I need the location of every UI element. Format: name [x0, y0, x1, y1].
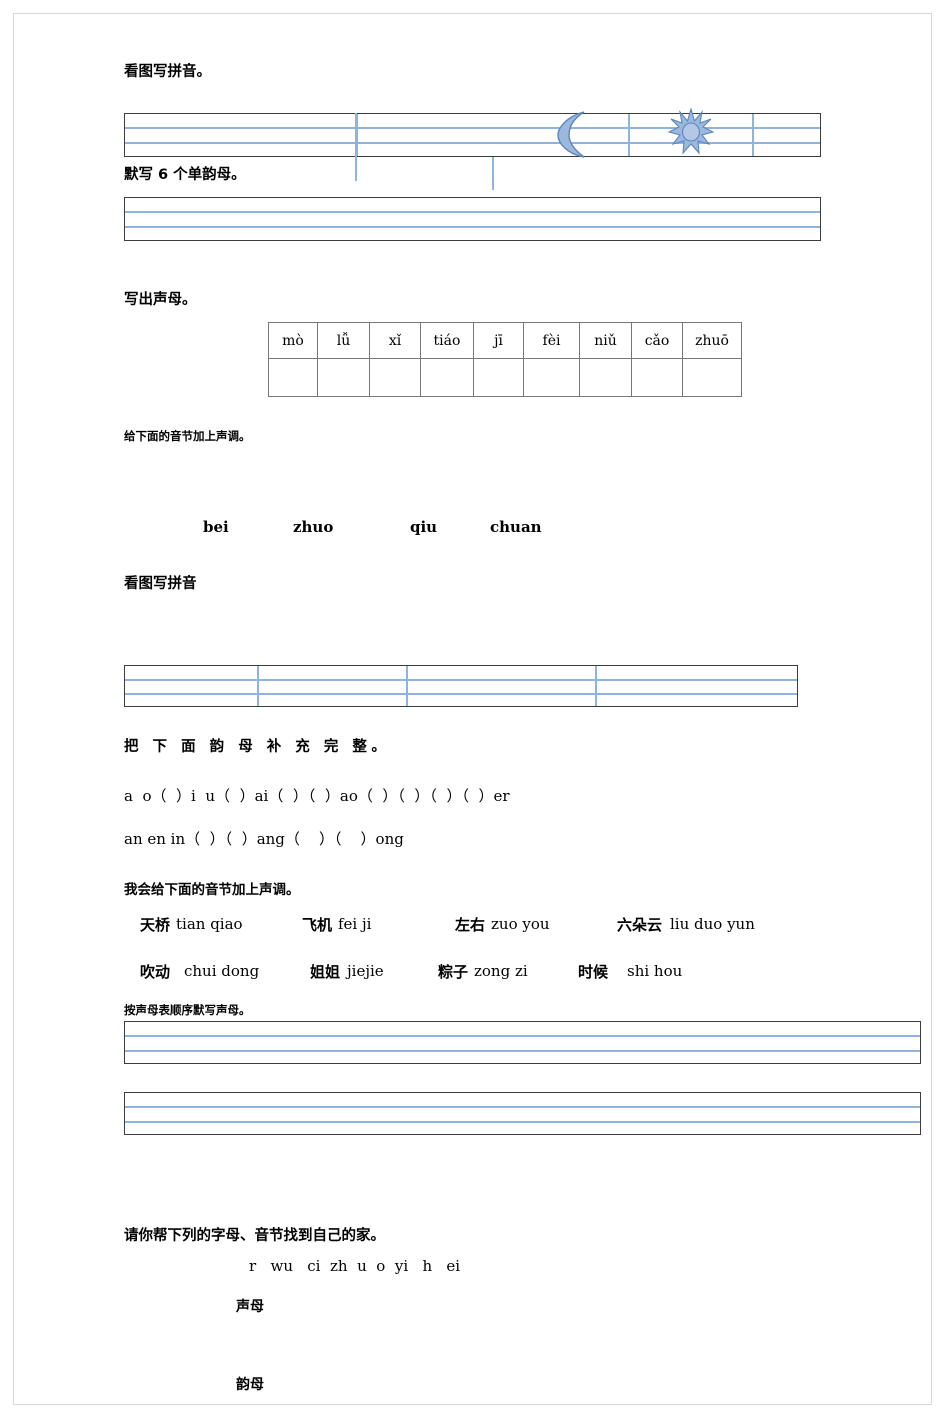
- table-cell-syllable: jī: [473, 322, 524, 359]
- grid-line: [125, 1106, 920, 1108]
- tone-item-chuan: chuan: [490, 518, 542, 536]
- table-cell-syllable: niǔ: [579, 322, 632, 359]
- word-tianqiao: 天桥: [140, 916, 171, 934]
- grid-line: [125, 142, 820, 144]
- sorting-letters-row: r wu ci zh u o yi h ei: [249, 1257, 461, 1275]
- pinyin-grid-1[interactable]: [124, 113, 821, 157]
- grid-line: [125, 679, 797, 681]
- table-cell-answer[interactable]: [473, 358, 524, 397]
- grid-line: [125, 1121, 920, 1123]
- table-cell-answer[interactable]: [579, 358, 632, 397]
- tone-item-bei: bei: [203, 518, 229, 536]
- table-row-syllables: mò lǚ xǐ tiáo jī fèi niǔ cǎo zhuō: [268, 322, 742, 359]
- table-cell-answer[interactable]: [631, 358, 683, 397]
- word-feiji: 飞机: [302, 916, 333, 934]
- section-6-heading: 把 下 面 韵 母 补 充 完 整。: [124, 739, 391, 755]
- word-jiejie: 姐姐: [310, 963, 341, 981]
- grid-divider: [628, 114, 630, 156]
- grid-divider: [406, 666, 408, 706]
- table-row-answers[interactable]: [268, 358, 742, 397]
- table-cell-syllable: xǐ: [369, 322, 421, 359]
- finals-line-2: an en in（ ）（ ）ang（ ）（ ）ong: [124, 830, 404, 848]
- section-8-heading: 按声母表顺序默写声母。: [124, 1003, 251, 1017]
- label-finals: 韵母: [236, 1377, 264, 1393]
- section-9-heading: 请你帮下列的字母、音节找到自己的家。: [124, 1228, 385, 1244]
- table-cell-syllable: tiáo: [420, 322, 474, 359]
- pinyin-chuidong: chui dong: [184, 962, 260, 980]
- table-cell-answer[interactable]: [682, 358, 742, 397]
- pinyin-grid-2[interactable]: [124, 197, 821, 241]
- table-cell-answer[interactable]: [420, 358, 474, 397]
- table-cell-answer[interactable]: [317, 358, 370, 397]
- pinyin-grid-4[interactable]: [124, 1021, 921, 1064]
- table-cell-syllable: mò: [268, 322, 318, 359]
- word-zuoyou: 左右: [455, 916, 486, 934]
- word-chuidong: 吹动: [140, 963, 171, 981]
- pinyin-liuduoyun: liu duo yun: [670, 915, 755, 933]
- pinyin-grid-5[interactable]: [124, 1092, 921, 1135]
- table-cell-answer[interactable]: [523, 358, 580, 397]
- crescent-moon-icon: [557, 111, 585, 158]
- pinyin-feiji: fei ji: [338, 915, 372, 933]
- section-7-heading: 我会给下面的音节加上声调。: [124, 882, 300, 898]
- pinyin-tianqiao: tian qiao: [176, 915, 243, 933]
- worksheet-page: 看图写拼音。 默写 6 个单韵母。 写出声母。 mò lǚ xǐ tiáo jī…: [0, 0, 945, 1418]
- worksheet-content: 看图写拼音。 默写 6 个单韵母。 写出声母。 mò lǚ xǐ tiáo jī…: [0, 0, 945, 1418]
- grid-line: [125, 226, 820, 228]
- tone-item-zhuo: zhuo: [293, 518, 334, 536]
- pinyin-grid-3[interactable]: [124, 665, 798, 707]
- pinyin-jiejie: jiejie: [347, 962, 384, 980]
- word-zongzi: 粽子: [438, 963, 469, 981]
- grid-line: [125, 1035, 920, 1037]
- grid-divider: [752, 114, 754, 156]
- tone-item-qiu: qiu: [410, 518, 438, 536]
- table-cell-syllable: zhuō: [682, 322, 742, 359]
- sun-star-icon: [668, 108, 714, 155]
- pinyin-zongzi: zong zi: [474, 962, 528, 980]
- table-cell-answer[interactable]: [268, 358, 318, 397]
- table-cell-answer[interactable]: [369, 358, 421, 397]
- stray-rule: [492, 157, 494, 190]
- pinyin-zuoyou: zuo you: [491, 915, 550, 933]
- word-shihou: 时候: [578, 963, 609, 981]
- grid-line: [125, 1050, 920, 1052]
- table-cell-syllable: fèi: [523, 322, 580, 359]
- pinyin-shihou: shi hou: [627, 962, 683, 980]
- table-cell-syllable: cǎo: [631, 322, 683, 359]
- stray-rule: [355, 113, 357, 181]
- section-4-heading: 给下面的音节加上声调。: [124, 429, 251, 443]
- grid-line: [125, 211, 820, 213]
- finals-line-1: a o（ ）i u（ ）ai（ ）（ ）ao（ ）（ ）（ ）（ ）er: [124, 787, 510, 805]
- grid-divider: [595, 666, 597, 706]
- grid-line: [125, 127, 820, 129]
- pinyin-syllable-table: mò lǚ xǐ tiáo jī fèi niǔ cǎo zhuō: [268, 322, 742, 397]
- grid-divider: [257, 666, 259, 706]
- section-2-heading: 默写 6 个单韵母。: [124, 167, 246, 183]
- section-1-heading: 看图写拼音。: [124, 64, 211, 80]
- label-initials: 声母: [236, 1299, 264, 1315]
- word-liuduoyun: 六朵云: [617, 916, 663, 934]
- section-5-heading: 看图写拼音: [124, 576, 197, 592]
- table-cell-syllable: lǚ: [317, 322, 370, 359]
- grid-line: [125, 693, 797, 695]
- section-3-heading: 写出声母。: [124, 292, 197, 308]
